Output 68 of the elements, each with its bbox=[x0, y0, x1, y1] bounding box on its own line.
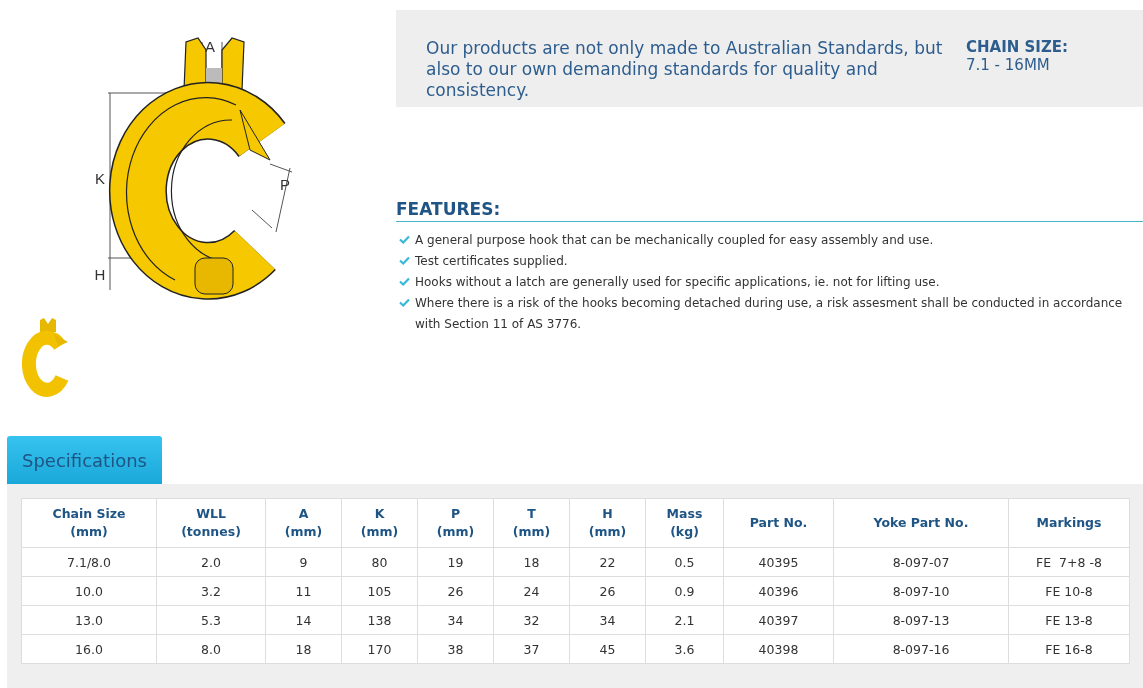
table-cell: 18 bbox=[265, 634, 342, 664]
table-cell: 105 bbox=[341, 576, 418, 606]
feature-text: Hooks without a latch are generally used for specific applications, ie. not for lifting use. bbox=[415, 274, 940, 291]
table-cell: 19 bbox=[417, 547, 494, 577]
dimension-label: K bbox=[95, 170, 105, 187]
dimension-label: H bbox=[94, 266, 106, 283]
table-cell: 14 bbox=[265, 605, 342, 635]
table-cell: FE 10-8 bbox=[1008, 576, 1130, 606]
table-cell: 18 bbox=[493, 547, 570, 577]
column-header: T (mm) bbox=[493, 498, 570, 548]
table-cell: 10.0 bbox=[21, 576, 157, 606]
table-cell: 8-097-16 bbox=[833, 634, 1009, 664]
table-cell: 40397 bbox=[723, 605, 834, 635]
table-cell: 32 bbox=[493, 605, 570, 635]
chain-size-value: 7.1 - 16MM bbox=[966, 56, 1051, 74]
table-cell: 40396 bbox=[723, 576, 834, 606]
column-header: Part No. bbox=[723, 498, 834, 548]
table-cell: 22 bbox=[569, 547, 646, 577]
column-header: Markings bbox=[1008, 498, 1130, 548]
table-cell: 8.0 bbox=[156, 634, 266, 664]
table-cell: FE 7+8 -8 bbox=[1008, 547, 1130, 577]
table-cell: 80 bbox=[341, 547, 418, 577]
table-cell: 7.1/8.0 bbox=[21, 547, 157, 577]
table-cell: 34 bbox=[417, 605, 494, 635]
table-cell: 34 bbox=[569, 605, 646, 635]
table-cell: FE 16-8 bbox=[1008, 634, 1130, 664]
dimension-label: P bbox=[280, 176, 290, 193]
table-cell: FE 13-8 bbox=[1008, 605, 1130, 635]
features-heading: FEATURES: bbox=[396, 199, 1143, 222]
dimension-label: A bbox=[205, 38, 215, 55]
table-cell: 8-097-10 bbox=[833, 576, 1009, 606]
column-header: WLL (tonnes) bbox=[156, 498, 266, 548]
table-cell: 40395 bbox=[723, 547, 834, 577]
table-cell: 45 bbox=[569, 634, 646, 664]
table-cell: 9 bbox=[265, 547, 342, 577]
table-cell: 8-097-07 bbox=[833, 547, 1009, 577]
table-cell: 2.0 bbox=[156, 547, 266, 577]
table-cell: 13.0 bbox=[21, 605, 157, 635]
feature-text: Where there is a risk of the hooks becoming detached during use, a risk assesment shall be conducted in accordance with Section 11 of AS 3776. bbox=[415, 295, 1124, 333]
intro-text: Our products are not only made to Australian Standards, but also to our own demanding standards for quality and consistency. bbox=[426, 38, 944, 101]
table-cell: 16.0 bbox=[21, 634, 157, 664]
column-header: Mass (kg) bbox=[645, 498, 724, 548]
column-header: H (mm) bbox=[569, 498, 646, 548]
table-cell: 3.6 bbox=[645, 634, 724, 664]
column-header: Yoke Part No. bbox=[833, 498, 1009, 548]
table-cell: 0.9 bbox=[645, 576, 724, 606]
table-cell: 3.2 bbox=[156, 576, 266, 606]
table-cell: 26 bbox=[417, 576, 494, 606]
column-header: P (mm) bbox=[417, 498, 494, 548]
table-cell: 0.5 bbox=[645, 547, 724, 577]
table-cell: 2.1 bbox=[645, 605, 724, 635]
chain-size-label: CHAIN SIZE: bbox=[966, 38, 1069, 56]
table-cell: 24 bbox=[493, 576, 570, 606]
table-cell: 40398 bbox=[723, 634, 834, 664]
feature-text: A general purpose hook that can be mechanically coupled for easy assembly and use. bbox=[415, 232, 934, 249]
table-cell: 170 bbox=[341, 634, 418, 664]
table-cell: 138 bbox=[341, 605, 418, 635]
column-header: Chain Size (mm) bbox=[21, 498, 157, 548]
specifications-tab[interactable]: Specifications bbox=[7, 436, 162, 484]
table-cell: 37 bbox=[493, 634, 570, 664]
table-cell: 38 bbox=[417, 634, 494, 664]
table-cell: 26 bbox=[569, 576, 646, 606]
column-header: K (mm) bbox=[341, 498, 418, 548]
feature-text: Test certificates supplied. bbox=[415, 253, 568, 270]
table-cell: 5.3 bbox=[156, 605, 266, 635]
table-cell: 8-097-13 bbox=[833, 605, 1009, 635]
table-cell: 11 bbox=[265, 576, 342, 606]
column-header: A (mm) bbox=[265, 498, 342, 548]
